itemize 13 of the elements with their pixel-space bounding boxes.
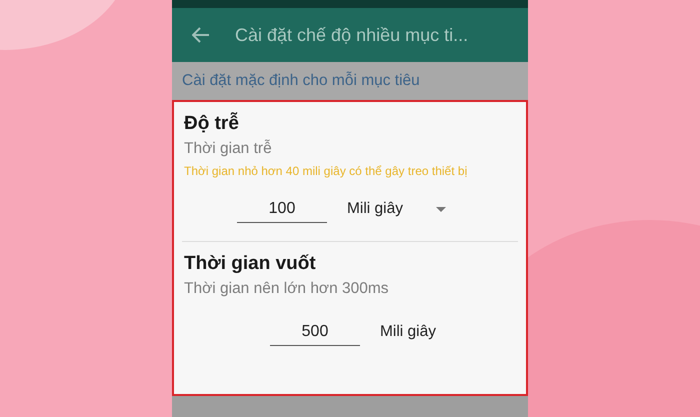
setting-title: Thời gian vuốt bbox=[184, 252, 317, 276]
value-input[interactable]: 500 bbox=[270, 318, 360, 346]
section-header: Cài đặt mặc định cho mỗi mục tiêu bbox=[182, 72, 420, 90]
caret-icon bbox=[436, 206, 446, 212]
unit-label: Mili giây bbox=[380, 323, 436, 341]
setting-subtitle: Thời gian nên lớn hơn 300ms bbox=[184, 279, 390, 299]
unit-dropdown[interactable]: Mili giây bbox=[347, 200, 446, 218]
warning-text: Thời gian nhỏ hơn 40 mili giây có thể gây treo thiết bị bbox=[184, 163, 468, 180]
app-bar-title: Cài đặt chế độ nhiều mục ti... bbox=[235, 24, 468, 46]
setting-title: Độ trễ bbox=[184, 112, 240, 136]
setting-subtitle: Thời gian trễ bbox=[184, 138, 273, 159]
value-input[interactable]: 100 bbox=[237, 196, 327, 222]
back-arrow-icon[interactable] bbox=[192, 27, 210, 43]
